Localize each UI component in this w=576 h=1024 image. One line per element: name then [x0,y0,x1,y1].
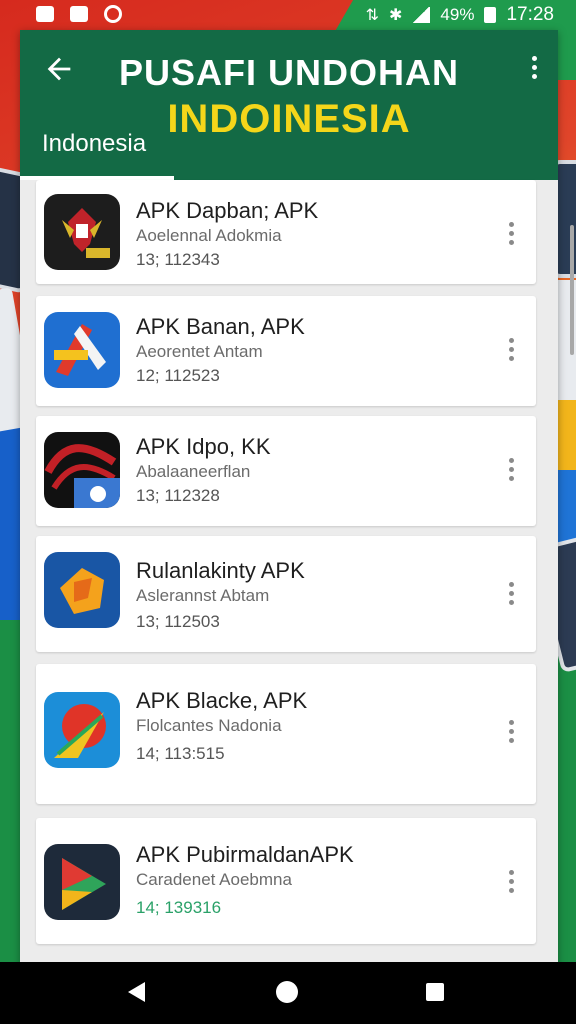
item-menu-icon[interactable] [506,458,516,484]
list-item[interactable]: APK Dapban; APK Aoelennal Adokmia 13; 11… [36,180,536,284]
item-menu-icon[interactable] [506,582,516,608]
app-version: 13; 112343 [136,250,220,269]
garuda-emblem-icon [44,194,120,270]
nav-recents-icon[interactable] [426,983,444,1001]
app-publisher: Flolcantes Nadonia [136,716,282,735]
app-name: APK PubirmaldanAPK [136,842,354,867]
bluetooth-icon: ✱ [389,7,403,24]
orange-cube-icon [44,552,120,628]
clock: 17:28 [506,4,554,25]
tab-indonesia[interactable]: Indonesia [42,130,146,158]
list-item[interactable]: Rulanlakinty APK Aslerannst Abtam 13; 11… [36,536,536,652]
navigation-bar [0,962,576,1024]
list-item[interactable]: APK Idpo, KK Abalaaneerflan 13; 112328 [36,416,536,526]
pencil-logo-icon [44,312,120,388]
item-menu-icon[interactable] [506,720,516,746]
app-publisher: Caradenet Aoebmna [136,870,292,889]
app-version: 13; 112503 [136,612,220,631]
globe-arrow-icon [44,692,120,768]
app-publisher: Aslerannst Abtam [136,586,270,605]
page-title: PUSAFI UNDOHAN [118,52,459,93]
item-menu-icon[interactable] [506,222,516,248]
play-prism-icon [44,844,120,920]
app-publisher: Abalaaneerflan [136,462,251,481]
app-name: APK Idpo, KK [136,434,271,459]
sync-icon [104,5,122,23]
main-card: PUSAFI UNDOHAN INDOINESIA Indonesia APK … [20,30,558,970]
item-menu-icon[interactable] [506,338,516,364]
gmail-icon [70,6,88,22]
app-name: APK Dapban; APK [136,198,319,223]
nav-home-icon[interactable] [276,981,298,1003]
notification-icon [36,6,54,22]
status-bar: ⇅ ✱ 49% 17:28 [0,0,576,30]
app-version: 13; 112328 [136,486,220,505]
wave-logo-icon [44,432,120,508]
app-version: 14; 139316 [136,898,222,917]
app-publisher: Aoelennal Adokmia [136,226,282,245]
battery-percent: 49% [440,5,475,24]
app-name: APK Blacke, APK [136,688,308,713]
app-version: 14; 113:515 [136,744,225,763]
signal-icon [412,7,431,23]
scrollbar[interactable] [570,225,574,355]
app-bar: PUSAFI UNDOHAN INDOINESIA Indonesia [20,30,558,180]
app-publisher: Aeorentet Antam [136,342,263,361]
app-name: Rulanlakinty APK [136,558,305,583]
list-item[interactable]: APK Blacke, APK Flolcantes Nadonia 14; 1… [36,664,536,804]
list-item[interactable]: APK PubirmaldanAPK Caradenet Aoebmna 14;… [36,818,536,944]
overflow-menu-icon[interactable] [524,56,544,86]
item-menu-icon[interactable] [506,870,516,896]
nav-back-icon[interactable] [128,982,145,1002]
data-arrows-icon: ⇅ [365,7,380,24]
app-version: 12; 112523 [136,366,220,385]
list-item[interactable]: APK Banan, APK Aeorentet Antam 12; 11252… [36,296,536,406]
app-name: APK Banan, APK [136,314,305,339]
battery-icon [484,7,497,23]
